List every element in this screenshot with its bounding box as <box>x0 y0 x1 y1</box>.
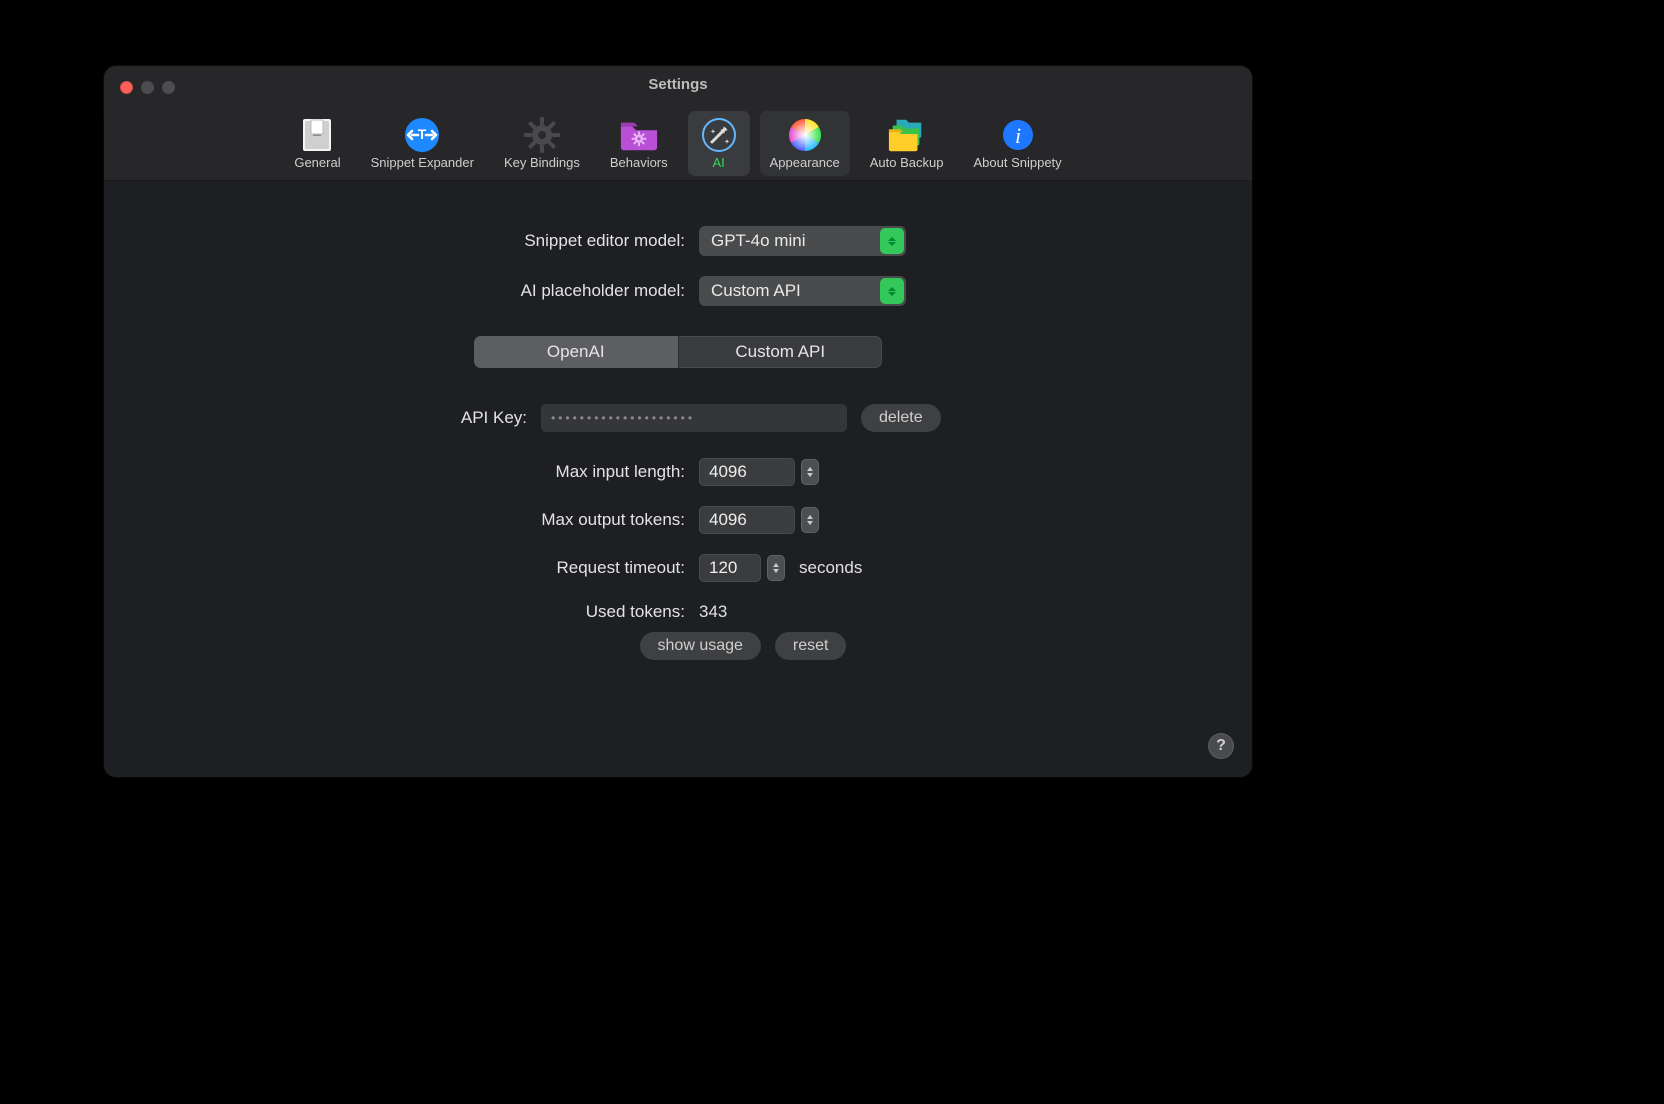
tab-appearance[interactable]: Appearance <box>760 111 850 176</box>
max-input-length-stepper[interactable] <box>801 459 819 485</box>
svg-text:i: i <box>1015 123 1021 148</box>
tab-label: Key Bindings <box>504 155 580 170</box>
segment-openai[interactable]: OpenAI <box>474 336 678 368</box>
tab-ai[interactable]: AI <box>688 111 750 176</box>
folder-gear-icon <box>619 117 659 153</box>
api-key-field[interactable]: •••••••••••••••••••• <box>541 404 847 432</box>
api-provider-segmented: OpenAI Custom API <box>474 336 882 368</box>
expand-icon: T <box>402 117 442 153</box>
color-wheel-icon <box>785 117 825 153</box>
info-icon: i <box>998 117 1038 153</box>
max-output-tokens-field[interactable]: 4096 <box>699 506 795 534</box>
seconds-suffix: seconds <box>799 558 862 578</box>
help-button[interactable]: ? <box>1208 733 1234 759</box>
used-tokens-value: 343 <box>699 602 727 622</box>
tab-label: Appearance <box>770 155 840 170</box>
tab-label: About Snippety <box>973 155 1061 170</box>
max-output-tokens-label: Max output tokens: <box>104 510 699 530</box>
ai-placeholder-model-select[interactable]: Custom API <box>699 276 906 306</box>
tab-general[interactable]: General <box>284 111 350 176</box>
reset-button[interactable]: reset <box>775 632 847 660</box>
request-timeout-label: Request timeout: <box>104 558 699 578</box>
window-title: Settings <box>104 76 1252 93</box>
max-input-length-field[interactable]: 4096 <box>699 458 795 486</box>
show-usage-button[interactable]: show usage <box>640 632 761 660</box>
chevron-up-down-icon <box>880 228 904 254</box>
tab-label: Behaviors <box>610 155 668 170</box>
tab-label: General <box>294 155 340 170</box>
segment-custom-api[interactable]: Custom API <box>679 336 883 368</box>
request-timeout-stepper[interactable] <box>767 555 785 581</box>
tab-label: Auto Backup <box>870 155 944 170</box>
max-output-tokens-stepper[interactable] <box>801 507 819 533</box>
tab-auto-backup[interactable]: Auto Backup <box>860 111 954 176</box>
delete-api-key-button[interactable]: delete <box>861 404 941 432</box>
magic-wand-icon <box>699 117 739 153</box>
tab-snippet-expander[interactable]: T Snippet Expander <box>361 111 484 176</box>
toolbar: General T Snippet Expander <box>104 111 1252 176</box>
folders-icon <box>887 117 927 153</box>
switch-icon <box>297 117 337 153</box>
ai-placeholder-model-label: AI placeholder model: <box>104 281 699 301</box>
ai-settings-form: Snippet editor model: GPT-4o mini AI pla… <box>104 226 1252 660</box>
api-key-label: API Key: <box>104 408 541 428</box>
select-value: Custom API <box>711 281 801 301</box>
snippet-editor-model-label: Snippet editor model: <box>104 231 699 251</box>
snippet-editor-model-select[interactable]: GPT-4o mini <box>699 226 906 256</box>
settings-window: Settings General <box>104 66 1252 777</box>
titlebar: Settings General <box>104 66 1252 181</box>
tab-behaviors[interactable]: Behaviors <box>600 111 678 176</box>
used-tokens-label: Used tokens: <box>104 602 699 622</box>
max-input-length-label: Max input length: <box>104 462 699 482</box>
tab-key-bindings[interactable]: Key Bindings <box>494 111 590 176</box>
gear-icon <box>522 117 562 153</box>
tab-about[interactable]: i About Snippety <box>963 111 1071 176</box>
tab-label: Snippet Expander <box>371 155 474 170</box>
tab-label: AI <box>712 155 724 170</box>
token-actions: show usage reset <box>234 632 1252 660</box>
request-timeout-field[interactable]: 120 <box>699 554 761 582</box>
chevron-up-down-icon <box>880 278 904 304</box>
svg-text:T: T <box>418 126 427 142</box>
select-value: GPT-4o mini <box>711 231 805 251</box>
